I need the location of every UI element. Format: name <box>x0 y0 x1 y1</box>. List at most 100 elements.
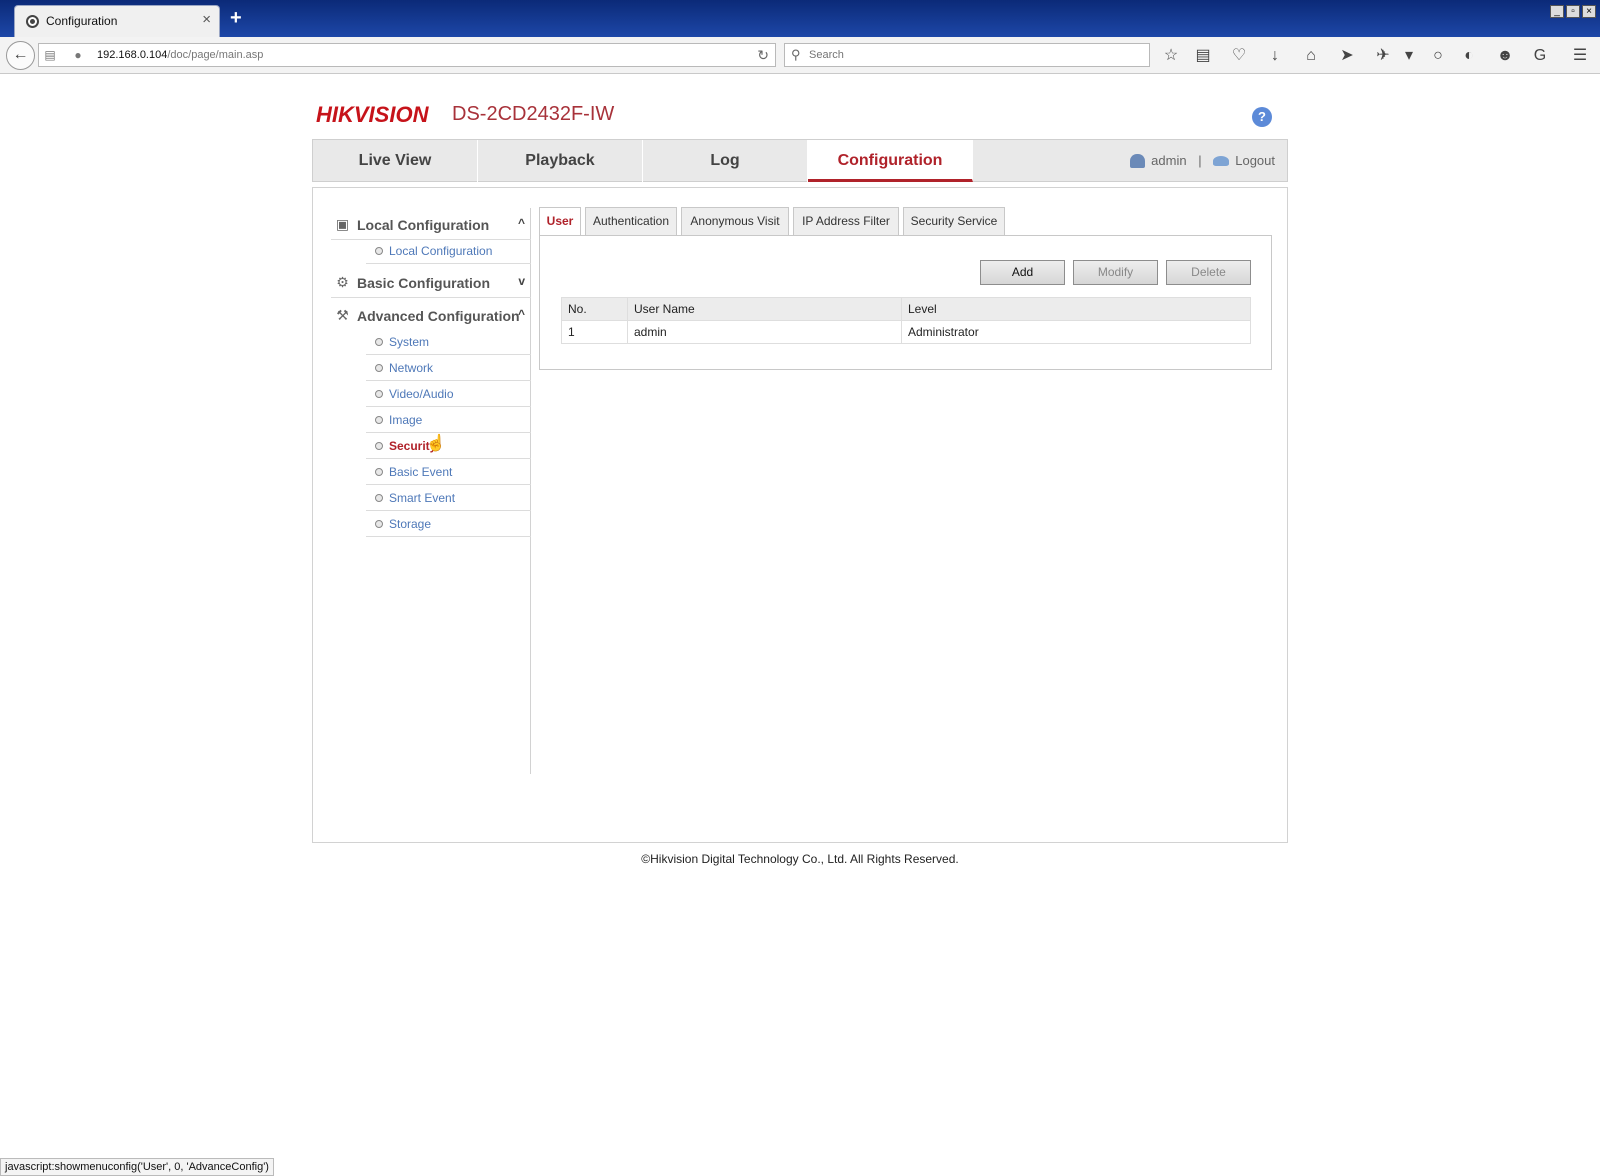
section-label: Advanced Configuration <box>357 308 520 324</box>
send-icon[interactable]: ➤ <box>1336 45 1358 67</box>
search-icon: ⚲ <box>791 47 801 62</box>
reading-list-icon[interactable]: ▤ <box>1192 45 1214 67</box>
username: admin <box>1151 153 1187 169</box>
nav-playback[interactable]: Playback <box>478 140 643 182</box>
tab-authentication[interactable]: Authentication <box>585 207 677 236</box>
modify-button[interactable]: Modify <box>1073 260 1158 285</box>
cell-no: 1 <box>561 320 628 344</box>
section-label: Basic Configuration <box>357 275 491 291</box>
download-icon[interactable]: ↓ <box>1264 45 1286 67</box>
url-text[interactable]: 192.168.0.104/doc/page/main.asp <box>97 49 263 61</box>
sidebar-item-local-configuration[interactable]: Local Configuration <box>366 238 531 264</box>
sidebar-item-label: Network <box>389 361 434 375</box>
new-tab-button[interactable]: + <box>230 7 242 30</box>
delete-button[interactable]: Delete <box>1166 260 1251 285</box>
sidebar-item-security[interactable]: Security ☝ <box>366 433 531 459</box>
back-icon[interactable]: ← <box>6 41 35 70</box>
bullet-icon <box>375 364 383 372</box>
sidebar-item-label: Image <box>389 413 423 427</box>
browser-titlebar: Configuration × + _ ▫ × <box>0 0 1600 37</box>
sidebar-item-system[interactable]: System <box>366 329 531 355</box>
pocket-icon[interactable]: ♡ <box>1228 45 1250 67</box>
section-advanced-configuration[interactable]: ⚒ Advanced Configuration ^ <box>331 299 531 331</box>
cell-user-name: admin <box>627 320 902 344</box>
nav-live-view[interactable]: Live View <box>313 140 478 182</box>
user-table: No. User Name Level 1 admin Administrato… <box>561 297 1251 344</box>
wrench-icon: ⚒ <box>336 307 349 323</box>
reload-icon[interactable]: ↻ <box>757 47 769 64</box>
column-header-no: No. <box>561 297 628 321</box>
home-icon[interactable]: ⌂ <box>1300 45 1322 67</box>
site-favicon-icon <box>26 15 39 28</box>
device-model: DS-2CD2432F-IW <box>452 103 615 125</box>
translate-icon[interactable]: G <box>1529 45 1551 67</box>
gear-icon: ⚙ <box>336 274 349 290</box>
hand-cursor-icon: ☝ <box>426 435 446 452</box>
browser-tab[interactable]: Configuration × <box>14 5 220 37</box>
url-path: /doc/page/main.asp <box>167 49 264 61</box>
addon-circle-icon[interactable]: ◐ <box>1458 45 1480 67</box>
column-header-level: Level <box>901 297 1251 321</box>
restore-button[interactable]: ▫ <box>1566 5 1580 18</box>
close-window-button[interactable]: × <box>1582 5 1596 18</box>
nav-configuration[interactable]: Configuration <box>808 140 973 182</box>
sidebar-item-label: System <box>389 335 430 349</box>
search-input[interactable] <box>809 46 1139 64</box>
url-host: 192.168.0.104 <box>97 49 168 61</box>
addon-drop-icon[interactable]: ○ <box>1427 45 1449 67</box>
tab-ip-address-filter[interactable]: IP Address Filter <box>793 207 899 236</box>
hikvision-logo: HIKVISION <box>316 102 429 127</box>
tab-user[interactable]: User <box>539 207 581 236</box>
search-bar[interactable]: ⚲ <box>784 43 1150 67</box>
url-bar[interactable]: ▤ ● 192.168.0.104/doc/page/main.asp ↻ <box>38 43 776 67</box>
section-local-configuration[interactable]: ▣ Local Configuration ^ <box>331 208 531 240</box>
section-basic-configuration[interactable]: ⚙ Basic Configuration v <box>331 266 531 298</box>
nav-log[interactable]: Log <box>643 140 808 182</box>
browser-toolbar: ← ▤ ● 192.168.0.104/doc/page/main.asp ↻ … <box>0 37 1600 74</box>
tab-security-service[interactable]: Security Service <box>903 207 1005 236</box>
config-sidebar: ▣ Local Configuration ^ Local Configurat… <box>331 208 531 774</box>
table-header-row: No. User Name Level <box>561 297 1251 321</box>
cell-level: Administrator <box>901 320 1251 344</box>
sidebar-item-label: Storage <box>389 517 432 531</box>
status-bar: javascript:showmenuconfig('User', 0, 'Ad… <box>0 1158 274 1176</box>
site-info-icon[interactable]: ● <box>71 48 85 62</box>
section-label: Local Configuration <box>357 217 490 233</box>
sidebar-item-network[interactable]: Network <box>366 355 531 381</box>
dropdown-arrow-icon[interactable]: ▾ <box>1398 45 1420 67</box>
tab-close-icon[interactable]: × <box>202 11 211 28</box>
bullet-icon <box>375 468 383 476</box>
sidebar-item-image[interactable]: Image <box>366 407 531 433</box>
sidebar-toggle-icon[interactable]: ▤ <box>43 48 57 62</box>
bullet-icon <box>375 416 383 424</box>
user-icon <box>1130 153 1146 168</box>
bookmark-star-icon[interactable]: ☆ <box>1160 45 1182 67</box>
chevron-up-icon: ^ <box>517 307 525 321</box>
sidebar-item-video-audio[interactable]: Video/Audio <box>366 381 531 407</box>
bullet-icon <box>375 494 383 502</box>
sidebar-item-smart-event[interactable]: Smart Event <box>366 485 531 511</box>
chevron-down-icon: v <box>518 274 525 288</box>
sidebar-item-label: Video/Audio <box>389 387 454 401</box>
minimize-button[interactable]: _ <box>1550 5 1564 18</box>
sidebar-item-storage[interactable]: Storage <box>366 511 531 537</box>
content-area: ▣ Local Configuration ^ Local Configurat… <box>312 187 1288 843</box>
add-button[interactable]: Add <box>980 260 1065 285</box>
extension-icon[interactable]: ✈ <box>1372 45 1394 67</box>
chat-icon[interactable]: ☻ <box>1494 45 1516 67</box>
sidebar-item-label: Basic Event <box>389 465 453 479</box>
copyright: ©Hikvision Digital Technology Co., Ltd. … <box>641 852 959 866</box>
table-row[interactable]: 1 admin Administrator <box>561 320 1251 344</box>
bullet-icon <box>375 390 383 398</box>
chevron-up-icon: ^ <box>517 216 525 230</box>
logout-icon[interactable] <box>1213 155 1230 166</box>
user-panel: Add Modify Delete No. User Name Level 1 … <box>539 235 1272 370</box>
menu-icon[interactable]: ☰ <box>1569 45 1591 67</box>
sidebar-item-label: Smart Event <box>389 491 456 505</box>
help-icon[interactable]: ? <box>1252 107 1272 127</box>
separator: | <box>1198 153 1202 169</box>
logout-link[interactable]: Logout <box>1235 153 1275 168</box>
user-area: admin | Logout <box>1130 152 1275 168</box>
tab-anonymous-visit[interactable]: Anonymous Visit <box>681 207 789 236</box>
sidebar-item-basic-event[interactable]: Basic Event <box>366 459 531 485</box>
